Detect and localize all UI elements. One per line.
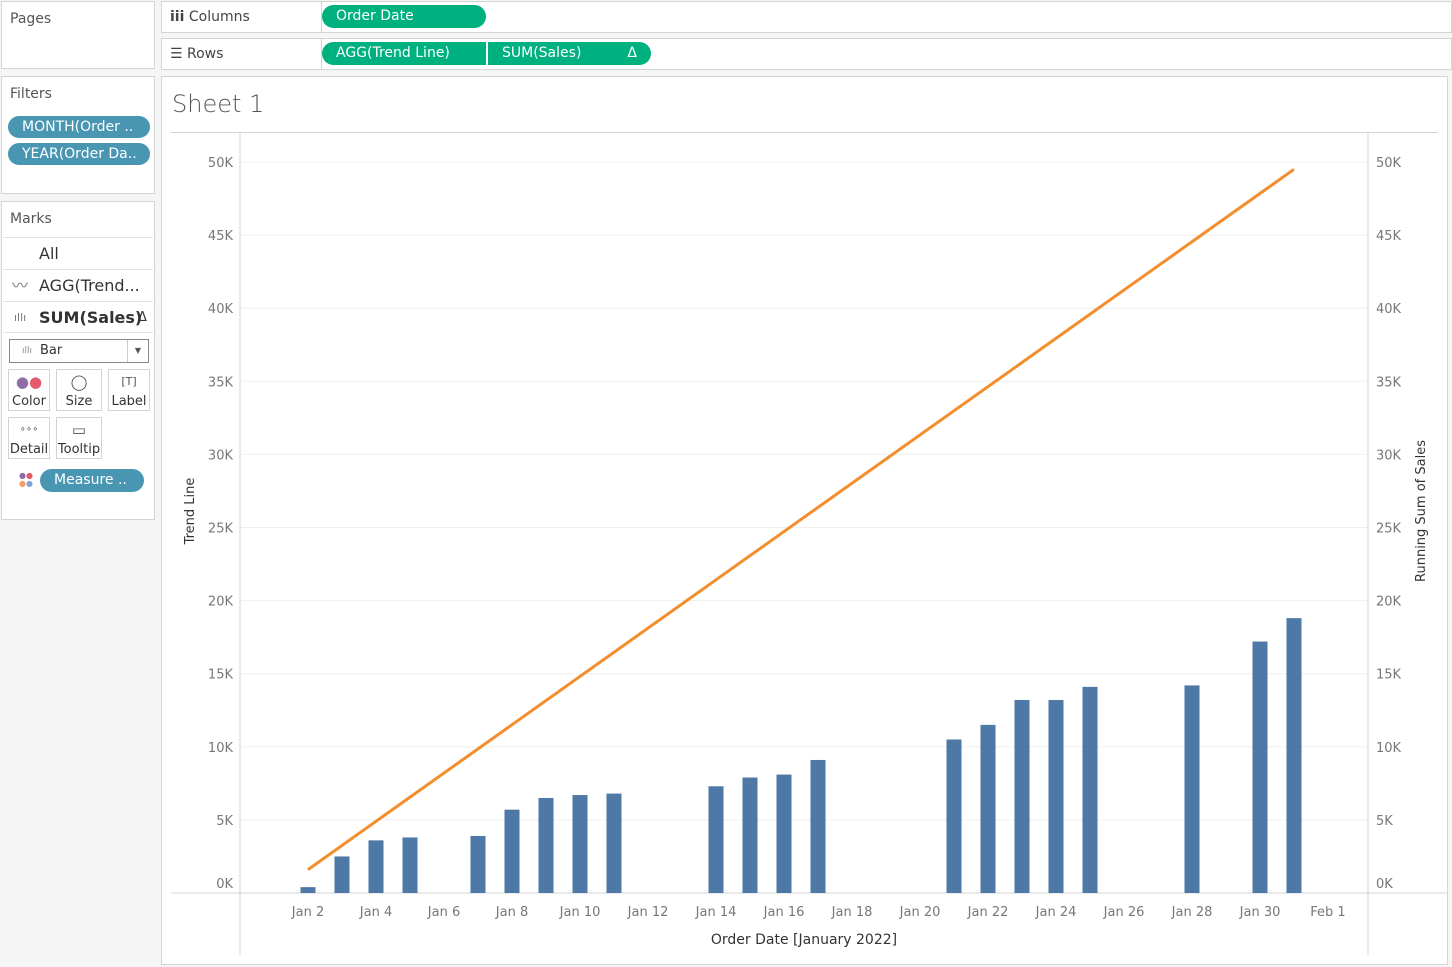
color-legend-icon: ●● ●●	[19, 471, 33, 488]
filters-shelf[interactable]: Filters MONTH(Order .. YEAR(Order Da..	[1, 76, 155, 194]
pages-shelf[interactable]: Pages	[1, 1, 155, 69]
color-button[interactable]: ●● Color	[8, 369, 50, 411]
detail-button[interactable]: ∘∘∘ Detail	[8, 417, 50, 459]
tooltip-button[interactable]: ▭ Tooltip	[56, 417, 102, 459]
columns-icon: iii	[170, 9, 185, 25]
tooltip-icon: ▭	[71, 421, 87, 439]
filter-month[interactable]: MONTH(Order ..	[8, 116, 150, 138]
bar-chart-icon: ıllı	[14, 311, 27, 324]
detail-icon: ∘∘∘	[19, 424, 39, 435]
sheet-title: Sheet 1	[172, 90, 265, 118]
size-button[interactable]: ◯ Size	[56, 369, 102, 411]
chevron-down-icon: ▼	[127, 340, 148, 362]
marks-title: Marks	[10, 211, 52, 227]
filters-title: Filters	[10, 86, 52, 102]
pill-sum-sales[interactable]: SUM(Sales) Δ	[488, 42, 651, 65]
label-button[interactable]: [T] Label	[108, 369, 150, 411]
label-icon: [T]	[121, 375, 137, 388]
pill-agg-trend-line[interactable]: AGG(Trend Line)	[322, 42, 486, 65]
marks-sum-sales[interactable]: ıllı SUM(Sales) Δ	[3, 301, 153, 333]
marks-all[interactable]: All	[3, 237, 153, 269]
pages-title: Pages	[10, 11, 52, 27]
rows-icon: ☰	[170, 46, 183, 62]
line-icon: 〰	[12, 276, 29, 295]
size-icon: ◯	[70, 373, 88, 391]
color-icon: ●●	[15, 373, 43, 391]
bar-icon: ıllı	[22, 346, 33, 356]
delta-icon: Δ	[627, 45, 637, 61]
rows-shelf[interactable]: ☰ Rows AGG(Trend Line) SUM(Sales) Δ	[161, 38, 1452, 70]
sheet-view: Sheet 1	[161, 76, 1448, 965]
mark-type-dropdown[interactable]: ıllı Bar ▼	[9, 339, 149, 363]
rows-label: ☰ Rows	[170, 46, 224, 62]
columns-shelf[interactable]: iii Columns Order Date	[161, 1, 1452, 33]
marks-trend-line[interactable]: 〰 AGG(Trend...	[3, 269, 153, 301]
pill-order-date[interactable]: Order Date	[322, 5, 486, 28]
columns-label: iii Columns	[170, 9, 250, 25]
filter-year[interactable]: YEAR(Order Da..	[8, 143, 150, 165]
marks-card: Marks All 〰 AGG(Trend... ıllı SUM(Sales) Δ …	[1, 201, 155, 520]
measure-names-pill[interactable]: Measure ..	[40, 469, 144, 492]
